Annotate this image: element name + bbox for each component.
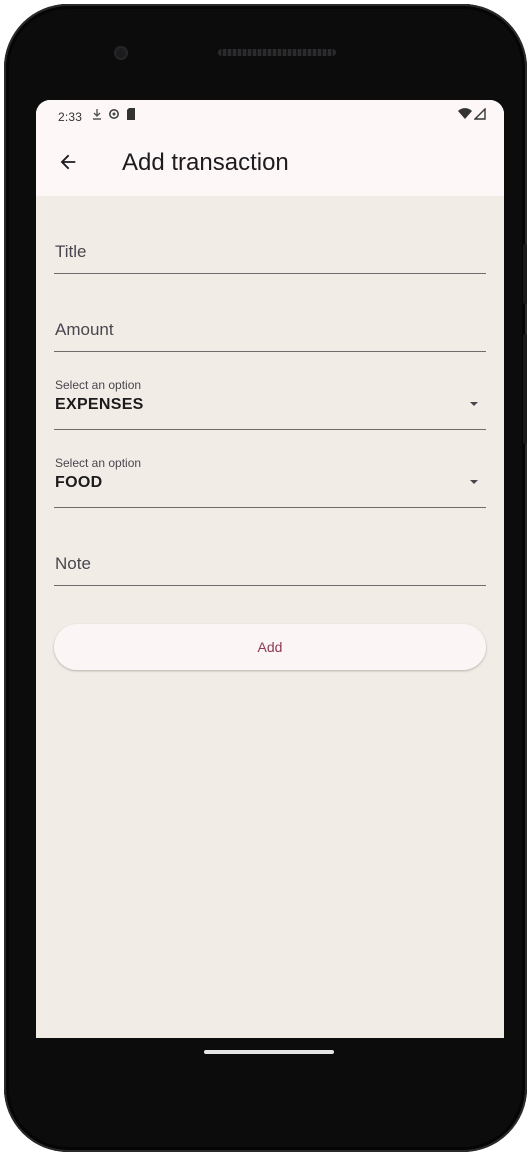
settings-icon — [108, 108, 120, 125]
status-bar: 2:33 — [36, 100, 504, 134]
type-dropdown[interactable]: Select an option EXPENSES — [54, 352, 486, 430]
title-field[interactable]: Title — [54, 196, 486, 274]
back-button[interactable] — [50, 146, 86, 182]
note-field[interactable]: Note — [54, 508, 486, 586]
front-camera — [114, 46, 128, 60]
transaction-form: Title Amount Select an option EXPENSES S… — [54, 196, 486, 670]
status-icons-left — [92, 108, 136, 125]
power-button — [523, 334, 527, 444]
app-screen: 2:33 Add transaction Title Amount Select… — [36, 100, 504, 1038]
status-time: 2:33 — [58, 110, 83, 124]
chevron-down-icon — [470, 480, 478, 484]
navigation-bar — [36, 1038, 504, 1098]
arrow-left-icon — [57, 151, 79, 178]
chevron-down-icon — [470, 402, 478, 406]
amount-field-label: Amount — [55, 320, 114, 339]
signal-icon — [473, 107, 486, 123]
download-icon — [92, 108, 102, 125]
app-bar: Add transaction — [36, 134, 504, 196]
amount-field[interactable]: Amount — [54, 274, 486, 352]
earpiece-speaker — [218, 49, 336, 56]
page-title: Add transaction — [122, 149, 289, 176]
status-icons-right — [458, 107, 486, 123]
home-gesture-handle[interactable] — [204, 1050, 334, 1054]
add-button[interactable]: Add — [54, 624, 486, 670]
sd-card-icon — [126, 108, 136, 125]
category-dropdown[interactable]: Select an option FOOD — [54, 430, 486, 508]
title-field-label: Title — [55, 242, 87, 261]
volume-button — [523, 244, 527, 304]
note-field-label: Note — [55, 554, 91, 573]
add-button-label: Add — [257, 639, 283, 655]
category-dropdown-caption: Select an option — [55, 456, 142, 470]
wifi-icon — [458, 108, 472, 123]
type-dropdown-value: EXPENSES — [55, 396, 144, 413]
type-dropdown-caption: Select an option — [55, 378, 142, 392]
category-dropdown-value: FOOD — [55, 474, 103, 491]
